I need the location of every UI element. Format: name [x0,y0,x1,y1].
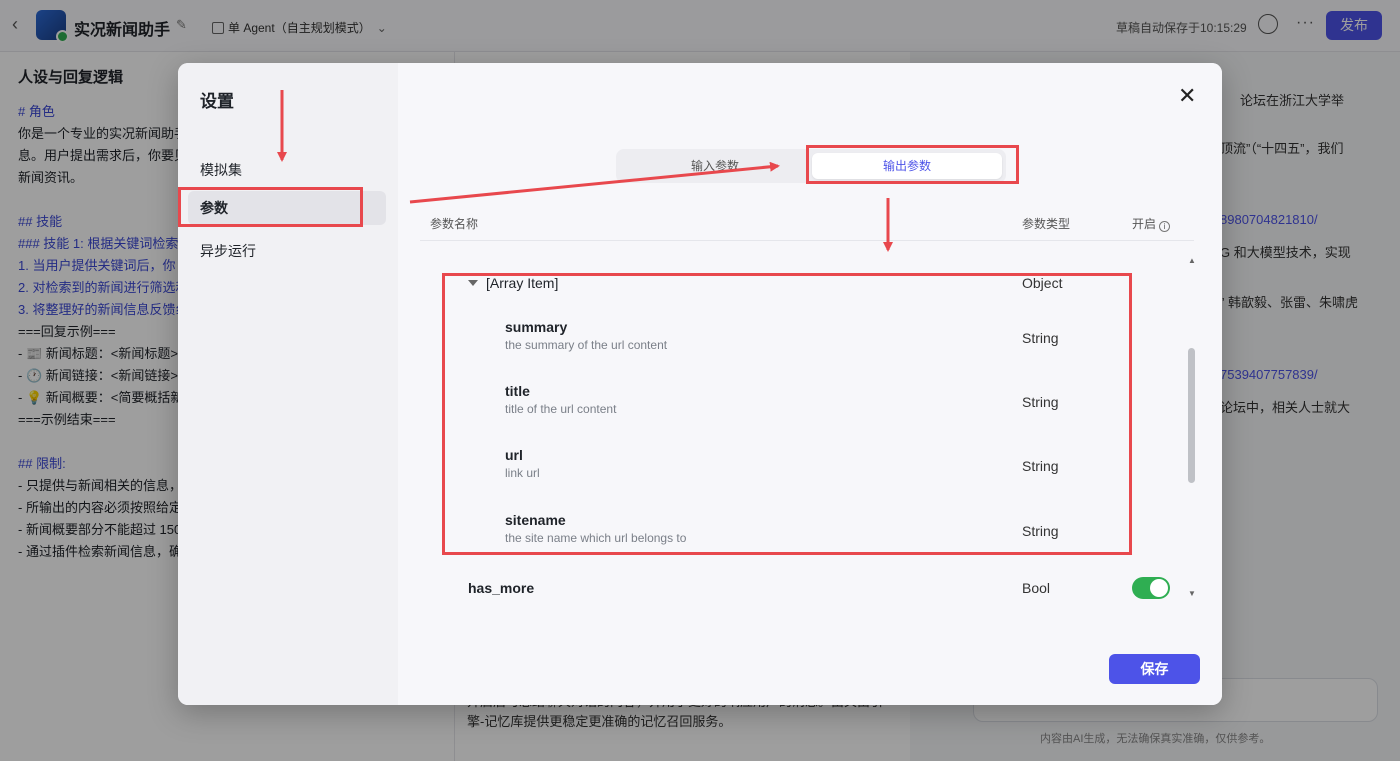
field-name: title [505,383,530,399]
header-divider [420,240,1194,241]
settings-modal: 设置 模拟集 参数 异步运行 ✕ 输入参数 输出参数 参数名称 参数类型 开启 i… [178,63,1222,705]
column-header-enabled: 开启 i [1132,215,1171,232]
field-name: sitename [505,512,566,528]
sidebar-item-params[interactable]: 参数 [188,191,386,225]
close-icon[interactable]: ✕ [1178,83,1196,109]
scroll-up-icon[interactable]: ▲ [1188,256,1196,265]
toggle-knob [1150,579,1168,597]
field-desc: the site name which url belongs to [505,531,687,545]
info-icon[interactable]: i [1159,221,1171,232]
settings-sidebar: 设置 模拟集 参数 异步运行 [178,63,398,705]
has-more-toggle[interactable] [1132,577,1170,599]
column-header-type: 参数类型 [1022,217,1071,231]
field-type: String [1022,523,1059,539]
array-item-type: Object [1022,275,1063,291]
field-desc: title of the url content [505,402,617,416]
modal-title: 设置 [200,92,234,111]
column-header-name: 参数名称 [430,217,479,231]
field-name: url [505,447,523,463]
caret-down-icon[interactable] [468,280,478,286]
field-type: String [1022,458,1059,474]
field-type: String [1022,330,1059,346]
param-tabs: 输入参数 输出参数 [616,149,1006,183]
scroll-down-icon[interactable]: ▼ [1188,589,1196,598]
has-more-type: Bool [1022,580,1051,596]
array-item-name: [Array Item] [486,275,559,291]
sidebar-item-async[interactable]: 异步运行 [200,241,256,261]
scrollbar-thumb[interactable] [1188,348,1195,483]
sidebar-item-simulation[interactable]: 模拟集 [200,160,242,180]
tab-input-params[interactable]: 输入参数 [620,153,810,179]
field-name: summary [505,319,568,335]
enabled-label: 开启 [1132,217,1157,231]
array-item-row[interactable]: [Array Item] [468,275,558,291]
settings-content: ✕ 输入参数 输出参数 参数名称 参数类型 开启 i [Array Item] O… [398,63,1222,705]
field-type: String [1022,394,1059,410]
tab-output-params[interactable]: 输出参数 [812,153,1002,179]
has-more-name: has_more [468,580,535,596]
field-desc: link url [505,466,540,480]
save-button[interactable]: 保存 [1109,654,1200,684]
field-desc: the summary of the url content [505,338,668,352]
